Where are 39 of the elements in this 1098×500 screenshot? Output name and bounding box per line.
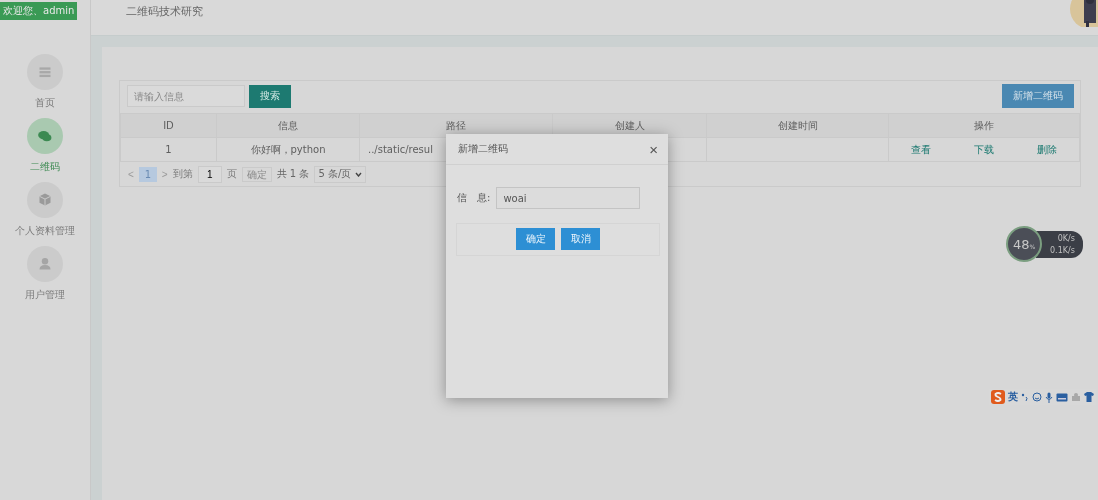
column-header: ID <box>120 113 217 138</box>
total-label: 共 1 条 <box>276 167 310 181</box>
punctuation-icon[interactable] <box>1021 392 1029 402</box>
page-title: 二维码技术研究 <box>126 4 203 19</box>
input-field[interactable]: woai <box>496 187 641 209</box>
dialog-title: 新增二维码 <box>458 142 508 156</box>
page-unit-label: 页 <box>226 167 237 181</box>
confirm-button[interactable]: 确定 <box>241 166 272 182</box>
action-link[interactable]: 查看 <box>911 142 932 157</box>
search-field[interactable]: 请输入信息 <box>127 85 245 107</box>
sidebar-item[interactable]: 个人资料管理 <box>15 182 75 238</box>
table-cell: 你好啊，python <box>216 137 360 162</box>
welcome-label: 欢迎您、admin <box>0 2 78 20</box>
microphone-icon[interactable] <box>1045 391 1053 403</box>
close-button[interactable]: × <box>649 140 658 158</box>
action-link[interactable]: 删除 <box>1036 142 1057 157</box>
shirt-icon[interactable] <box>1084 392 1094 402</box>
column-header: 操作 <box>888 113 1080 138</box>
goto-label: 到第 <box>172 167 193 181</box>
caret-icon <box>355 171 363 177</box>
dialog-button[interactable]: 确定 <box>516 228 555 250</box>
ime-logo-icon[interactable] <box>991 390 1005 404</box>
column-header: 路径 <box>359 113 553 138</box>
add-button[interactable]: 新增二维码 <box>1002 84 1074 108</box>
column-header: 创建时间 <box>706 113 889 138</box>
table-cell: 1 <box>120 137 217 162</box>
dialog-button[interactable]: 取消 <box>561 228 600 250</box>
column-header: 信息 <box>216 113 360 138</box>
page-size-select[interactable]: 5 条/页 <box>314 165 367 183</box>
page-field[interactable]: 1 <box>197 165 222 183</box>
keyboard-icon[interactable] <box>1056 392 1068 402</box>
smiley-icon[interactable] <box>1032 392 1042 402</box>
next-page-button[interactable]: > <box>161 168 168 180</box>
search-button[interactable]: 搜索 <box>249 84 291 108</box>
field-label: 信 息: <box>457 191 491 205</box>
prev-page-button[interactable]: < <box>128 168 134 180</box>
action-link[interactable]: 下载 <box>974 142 994 157</box>
language-toggle[interactable]: 英 <box>1008 390 1018 404</box>
page-number[interactable]: 1 <box>138 166 157 182</box>
